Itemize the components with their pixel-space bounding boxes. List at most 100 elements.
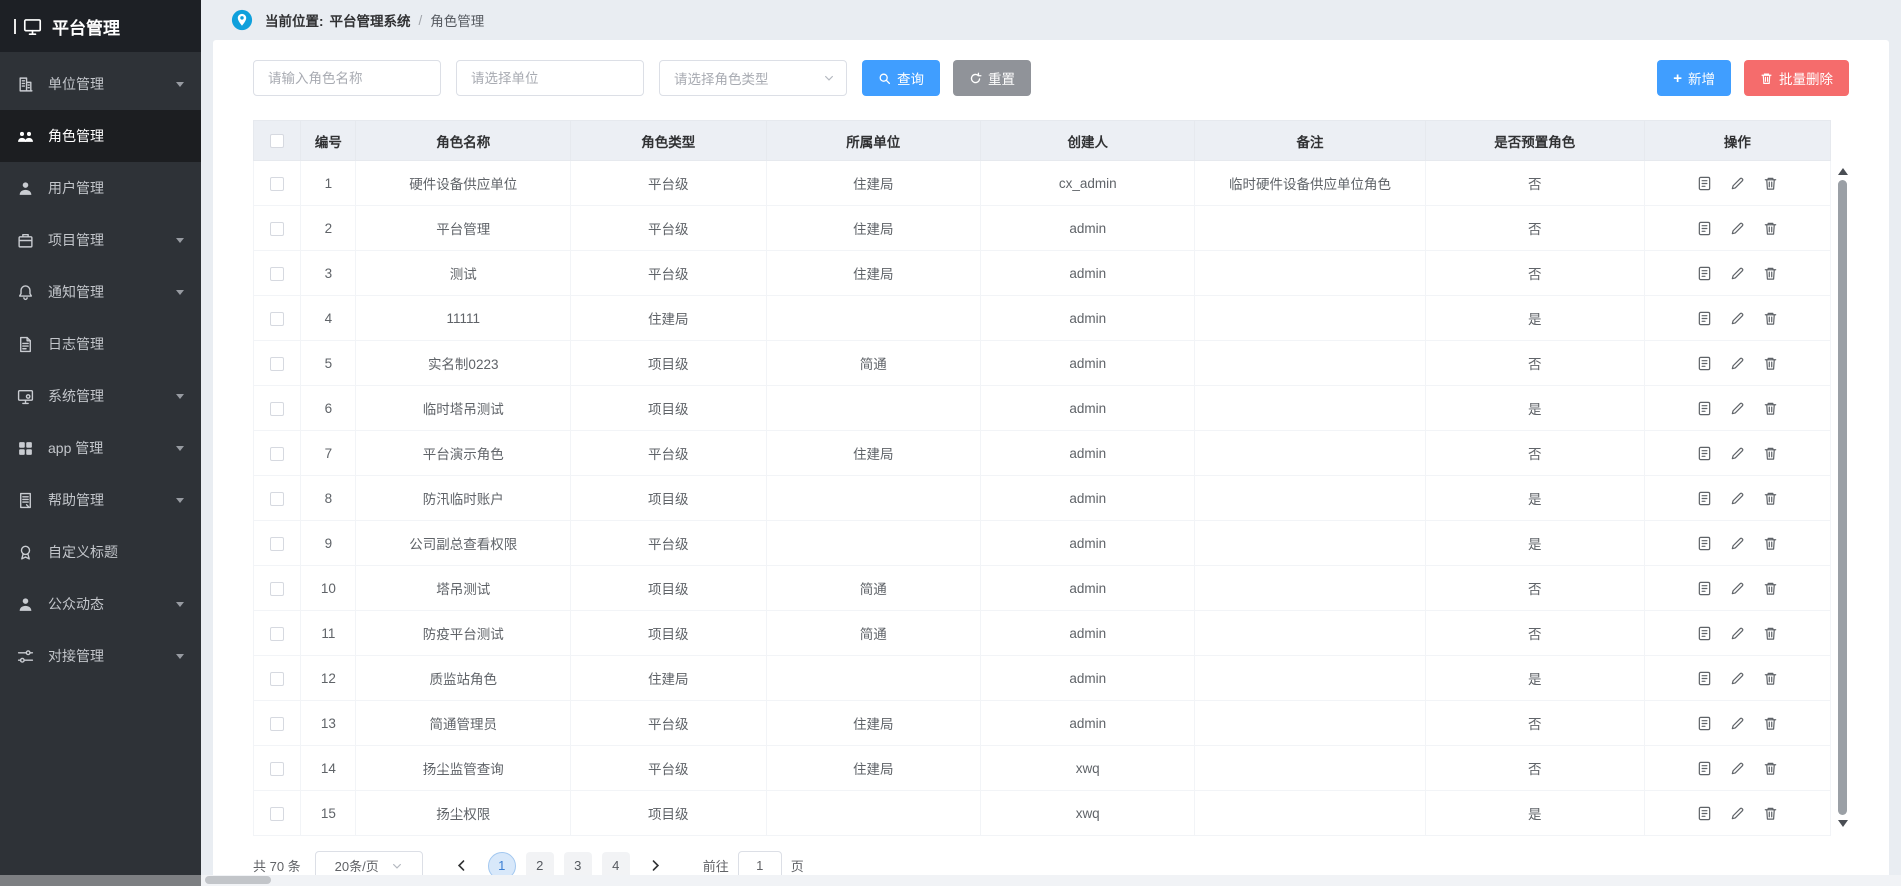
select-all-checkbox[interactable] bbox=[270, 134, 284, 148]
horizontal-scrollbar[interactable] bbox=[0, 875, 1901, 886]
vertical-scrollbar[interactable] bbox=[1836, 161, 1849, 834]
sidebar-item-notice[interactable]: 通知管理 bbox=[0, 266, 201, 318]
cell-role-type: 住建局 bbox=[570, 656, 766, 701]
horizontal-scrollbar-thumb[interactable] bbox=[205, 876, 271, 884]
unit-input[interactable] bbox=[456, 60, 644, 96]
sidebar-item-user[interactable]: 用户管理 bbox=[0, 162, 201, 214]
delete-button[interactable] bbox=[1763, 221, 1778, 236]
search-button[interactable]: 查询 bbox=[862, 60, 940, 96]
row-checkbox[interactable] bbox=[270, 807, 284, 821]
view-button[interactable] bbox=[1697, 221, 1712, 236]
row-checkbox[interactable] bbox=[270, 717, 284, 731]
delete-button[interactable] bbox=[1763, 311, 1778, 326]
edit-button[interactable] bbox=[1730, 761, 1745, 776]
delete-button[interactable] bbox=[1763, 356, 1778, 371]
edit-button[interactable] bbox=[1730, 671, 1745, 686]
view-button[interactable] bbox=[1697, 266, 1712, 281]
view-button[interactable] bbox=[1697, 806, 1712, 821]
sidebar-item-project[interactable]: 项目管理 bbox=[0, 214, 201, 266]
row-checkbox[interactable] bbox=[270, 357, 284, 371]
delete-button[interactable] bbox=[1763, 266, 1778, 281]
cell-unit: 简通 bbox=[766, 341, 980, 386]
edit-button[interactable] bbox=[1730, 266, 1745, 281]
logo-mark bbox=[14, 19, 16, 34]
view-button[interactable] bbox=[1697, 176, 1712, 191]
row-checkbox[interactable] bbox=[270, 672, 284, 686]
role-name-input[interactable] bbox=[253, 60, 441, 96]
sidebar-item-public[interactable]: 公众动态 bbox=[0, 578, 201, 630]
view-button[interactable] bbox=[1697, 311, 1712, 326]
sidebar-item-integration[interactable]: 对接管理 bbox=[0, 630, 201, 682]
delete-button[interactable] bbox=[1763, 806, 1778, 821]
row-checkbox[interactable] bbox=[270, 177, 284, 191]
row-checkbox[interactable] bbox=[270, 447, 284, 461]
cell-creator: admin bbox=[980, 656, 1194, 701]
delete-button[interactable] bbox=[1763, 491, 1778, 506]
edit-button[interactable] bbox=[1730, 716, 1745, 731]
reset-button[interactable]: 重置 bbox=[953, 60, 1031, 96]
add-button[interactable]: + 新增 bbox=[1657, 60, 1731, 96]
edit-button[interactable] bbox=[1730, 356, 1745, 371]
breadcrumb-root[interactable]: 平台管理系统 bbox=[330, 10, 411, 30]
edit-button[interactable] bbox=[1730, 401, 1745, 416]
edit-button[interactable] bbox=[1730, 626, 1745, 641]
batch-delete-button[interactable]: 批量删除 bbox=[1744, 60, 1849, 96]
main-area: 当前位置: 平台管理系统 / 角色管理 请选择角色类型 bbox=[201, 0, 1901, 886]
delete-button[interactable] bbox=[1763, 716, 1778, 731]
row-checkbox[interactable] bbox=[270, 492, 284, 506]
view-button[interactable] bbox=[1697, 716, 1712, 731]
row-checkbox[interactable] bbox=[270, 627, 284, 641]
row-checkbox[interactable] bbox=[270, 537, 284, 551]
cell-role-name: 硬件设备供应单位 bbox=[356, 161, 570, 206]
edit-button[interactable] bbox=[1730, 446, 1745, 461]
row-checkbox[interactable] bbox=[270, 402, 284, 416]
cell-preset: 否 bbox=[1425, 701, 1644, 746]
edit-button[interactable] bbox=[1730, 491, 1745, 506]
delete-button[interactable] bbox=[1763, 671, 1778, 686]
view-button[interactable] bbox=[1697, 356, 1712, 371]
sidebar-item-app[interactable]: app 管理 bbox=[0, 422, 201, 474]
edit-button[interactable] bbox=[1730, 311, 1745, 326]
cell-creator: admin bbox=[980, 476, 1194, 521]
row-checkbox[interactable] bbox=[270, 222, 284, 236]
view-button[interactable] bbox=[1697, 671, 1712, 686]
scroll-down-icon[interactable] bbox=[1838, 820, 1848, 827]
delete-button[interactable] bbox=[1763, 626, 1778, 641]
delete-button[interactable] bbox=[1763, 536, 1778, 551]
sidebar-item-help[interactable]: 帮助管理 bbox=[0, 474, 201, 526]
view-button[interactable] bbox=[1697, 536, 1712, 551]
row-checkbox[interactable] bbox=[270, 762, 284, 776]
cell-unit bbox=[766, 656, 980, 701]
cell-unit: 住建局 bbox=[766, 206, 980, 251]
delete-button[interactable] bbox=[1763, 761, 1778, 776]
view-button[interactable] bbox=[1697, 491, 1712, 506]
delete-button[interactable] bbox=[1763, 581, 1778, 596]
row-checkbox[interactable] bbox=[270, 582, 284, 596]
row-checkbox[interactable] bbox=[270, 312, 284, 326]
view-button[interactable] bbox=[1697, 626, 1712, 641]
view-button[interactable] bbox=[1697, 401, 1712, 416]
scroll-up-icon[interactable] bbox=[1838, 168, 1848, 175]
sidebar-item-role[interactable]: 角色管理 bbox=[0, 110, 201, 162]
sidebar-item-unit[interactable]: 单位管理 bbox=[0, 58, 201, 110]
view-button[interactable] bbox=[1697, 581, 1712, 596]
cell-creator: admin bbox=[980, 341, 1194, 386]
view-button[interactable] bbox=[1697, 446, 1712, 461]
sidebar-item-log[interactable]: 日志管理 bbox=[0, 318, 201, 370]
delete-button[interactable] bbox=[1763, 401, 1778, 416]
edit-button[interactable] bbox=[1730, 806, 1745, 821]
edit-button[interactable] bbox=[1730, 221, 1745, 236]
edit-button[interactable] bbox=[1730, 176, 1745, 191]
role-type-select[interactable]: 请选择角色类型 bbox=[659, 60, 847, 96]
cell-role-name: 防汛临时账户 bbox=[356, 476, 570, 521]
view-button[interactable] bbox=[1697, 761, 1712, 776]
row-checkbox[interactable] bbox=[270, 267, 284, 281]
roles-table: 编号角色名称角色类型所属单位创建人备注是否预置角色操作 1硬件设备供应单位平台级… bbox=[253, 120, 1831, 836]
scrollbar-thumb[interactable] bbox=[1838, 180, 1847, 815]
delete-button[interactable] bbox=[1763, 176, 1778, 191]
sidebar-item-custom-title[interactable]: 自定义标题 bbox=[0, 526, 201, 578]
edit-button[interactable] bbox=[1730, 581, 1745, 596]
sidebar-item-system[interactable]: 系统管理 bbox=[0, 370, 201, 422]
edit-button[interactable] bbox=[1730, 536, 1745, 551]
delete-button[interactable] bbox=[1763, 446, 1778, 461]
